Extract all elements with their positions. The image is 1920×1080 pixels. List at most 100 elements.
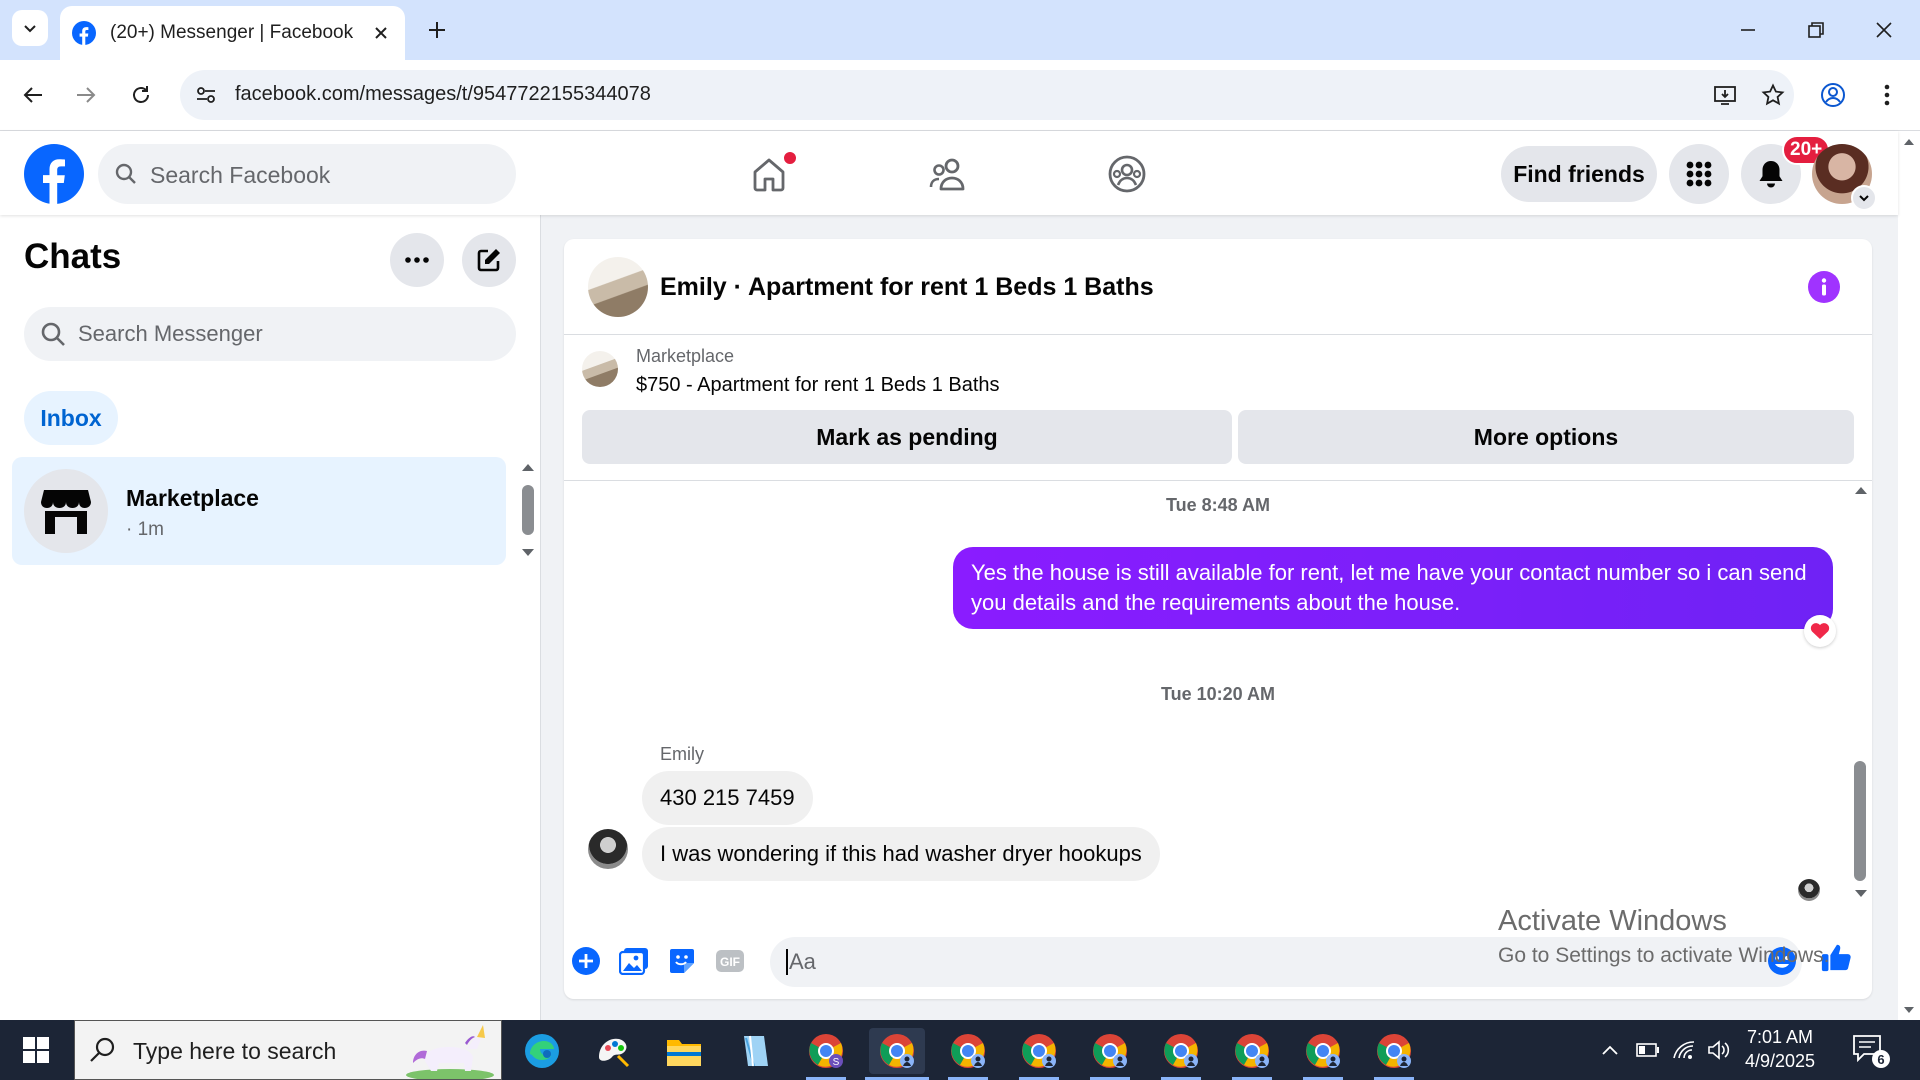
browser-tab-active[interactable]: (20+) Messenger | Facebook [60, 6, 405, 60]
account-chevron[interactable] [1851, 185, 1877, 211]
taskbar-chrome-active-icon[interactable] [869, 1028, 925, 1074]
compose-icon [477, 249, 500, 272]
messenger-main: Chats Search Messenger Inbox Marketplace… [0, 215, 1898, 1020]
speaker-icon [1708, 1040, 1730, 1060]
messenger-search-placeholder: Search Messenger [78, 321, 263, 346]
tab-close-icon[interactable] [369, 21, 393, 45]
browser-menu-button[interactable] [1867, 75, 1907, 115]
sidebar-scrollbar-thumb[interactable] [522, 485, 534, 535]
nav-groups-button[interactable] [1102, 151, 1152, 197]
battery-status-button[interactable] [1634, 1038, 1662, 1062]
bookmark-star-icon[interactable] [1758, 80, 1788, 110]
taskbar-edge-icon[interactable] [514, 1028, 570, 1074]
windows-taskbar: Type here to search S 7:01 AM 4/9/2025 6 [0, 1020, 1920, 1080]
scroll-down-arrow-icon[interactable] [1903, 1006, 1915, 1015]
scroll-up-arrow-icon[interactable] [1903, 137, 1915, 146]
search-icon [115, 163, 136, 184]
taskbar-notepad-icon[interactable] [727, 1028, 783, 1074]
action-center-button[interactable]: 6 [1852, 1034, 1890, 1068]
message-timestamp: Tue 10:20 AM [1160, 684, 1276, 704]
close-window-button[interactable] [1864, 10, 1904, 50]
start-button[interactable] [14, 1034, 58, 1066]
minimize-button[interactable] [1728, 10, 1768, 50]
scroll-up-arrow-icon[interactable] [1854, 485, 1868, 495]
new-tab-button[interactable] [420, 13, 454, 47]
chat-time: · 1m [126, 519, 164, 540]
nav-friends-button[interactable] [923, 151, 973, 197]
taskbar-chrome-icon[interactable]: S [798, 1028, 854, 1074]
taskbar-search-box[interactable]: Type here to search [74, 1020, 502, 1080]
attach-photo-button[interactable] [618, 945, 650, 977]
volume-button[interactable] [1705, 1038, 1733, 1062]
browser-toolbar: facebook.com/messages/t/9547722155344078 [0, 60, 1920, 131]
sticker-button[interactable] [666, 945, 698, 977]
taskbar-file-explorer-icon[interactable] [656, 1028, 712, 1074]
conversation-panel: Emily · Apartment for rent 1 Beds 1 Bath… [564, 239, 1872, 999]
more-actions-button[interactable] [570, 945, 602, 977]
chat-options-button[interactable] [390, 233, 444, 287]
heart-icon [1810, 623, 1830, 639]
conversation-scrollbar-thumb[interactable] [1854, 761, 1866, 881]
forward-button[interactable] [66, 75, 106, 115]
heart-reaction[interactable] [1804, 615, 1836, 647]
conversation-info-button[interactable] [1808, 271, 1840, 303]
install-app-icon[interactable] [1710, 80, 1740, 110]
outgoing-message-bubble[interactable]: Yes the house is still available for ren… [953, 547, 1833, 629]
taskbar-chrome-icon[interactable] [1295, 1028, 1351, 1074]
incoming-message-bubble[interactable]: I was wondering if this had washer dryer… [642, 827, 1160, 881]
restore-button[interactable] [1796, 10, 1836, 50]
taskbar-chrome-icon[interactable] [1153, 1028, 1209, 1074]
network-status-button[interactable] [1670, 1038, 1698, 1062]
chevron-up-icon [1602, 1045, 1618, 1055]
taskbar-chrome-icon[interactable] [1224, 1028, 1280, 1074]
back-button[interactable] [13, 75, 53, 115]
more-options-button[interactable]: More options [1238, 410, 1854, 464]
conversation-avatar[interactable] [588, 257, 648, 317]
url-text[interactable]: facebook.com/messages/t/9547722155344078 [235, 83, 651, 106]
grid-menu-icon [1686, 161, 1712, 187]
gif-button[interactable]: GIF [714, 945, 746, 977]
facebook-search-input[interactable]: Search Facebook [98, 144, 516, 204]
messenger-search-input[interactable]: Search Messenger [24, 307, 516, 361]
profile-button[interactable] [1813, 75, 1853, 115]
facebook-header: Search Facebook Find friends 20+ [0, 131, 1898, 215]
inbox-tab[interactable]: Inbox [24, 391, 118, 445]
taskbar-paint-icon[interactable] [585, 1028, 641, 1074]
address-bar[interactable]: facebook.com/messages/t/9547722155344078 [180, 70, 1794, 120]
show-hidden-icons-button[interactable] [1596, 1038, 1624, 1062]
taskbar-chrome-icon[interactable] [1011, 1028, 1067, 1074]
taskbar-clock[interactable]: 7:01 AM 4/9/2025 [1730, 1025, 1830, 1073]
page-scrollbar[interactable] [1898, 131, 1920, 1020]
taskbar-chrome-icon[interactable] [940, 1028, 996, 1074]
chat-list-item[interactable]: Marketplace · 1m [12, 457, 506, 565]
scroll-down-arrow-icon[interactable] [520, 547, 536, 559]
notification-count: 6 [1872, 1050, 1890, 1068]
scroll-down-arrow-icon[interactable] [1854, 889, 1868, 899]
sender-avatar[interactable] [588, 829, 628, 869]
taskbar-chrome-icon[interactable] [1082, 1028, 1138, 1074]
listing-price-title[interactable]: $750 - Apartment for rent 1 Beds 1 Baths [636, 374, 1000, 397]
menu-button[interactable] [1669, 144, 1729, 204]
facebook-logo-icon[interactable] [24, 144, 84, 204]
more-horizontal-icon [405, 257, 429, 263]
clock-date: 4/9/2025 [1744, 1051, 1816, 1071]
plus-icon [429, 22, 445, 38]
find-friends-button[interactable]: Find friends [1501, 146, 1657, 202]
message-timestamp: Tue 8:48 AM [1165, 495, 1271, 515]
chats-heading: Chats [24, 237, 122, 276]
incoming-message-bubble[interactable]: 430 215 7459 [642, 771, 813, 825]
site-info-icon[interactable] [190, 79, 222, 111]
listing-thumbnail[interactable] [582, 351, 618, 387]
taskbar-chrome-icon[interactable] [1366, 1028, 1422, 1074]
mark-as-pending-button[interactable]: Mark as pending [582, 410, 1232, 464]
battery-icon [1636, 1043, 1659, 1057]
conversation-title[interactable]: Emily · Apartment for rent 1 Beds 1 Bath… [660, 273, 1154, 302]
restore-icon [1808, 22, 1824, 38]
tab-search-button[interactable] [12, 10, 48, 46]
activate-windows-watermark: Activate Windows Go to Settings to activ… [1498, 905, 1830, 968]
listing-source-label: Marketplace [636, 346, 735, 366]
reload-button[interactable] [121, 75, 161, 115]
new-message-button[interactable] [462, 233, 516, 287]
scroll-up-arrow-icon[interactable] [520, 461, 536, 473]
message-input-placeholder: Aa [789, 949, 816, 974]
